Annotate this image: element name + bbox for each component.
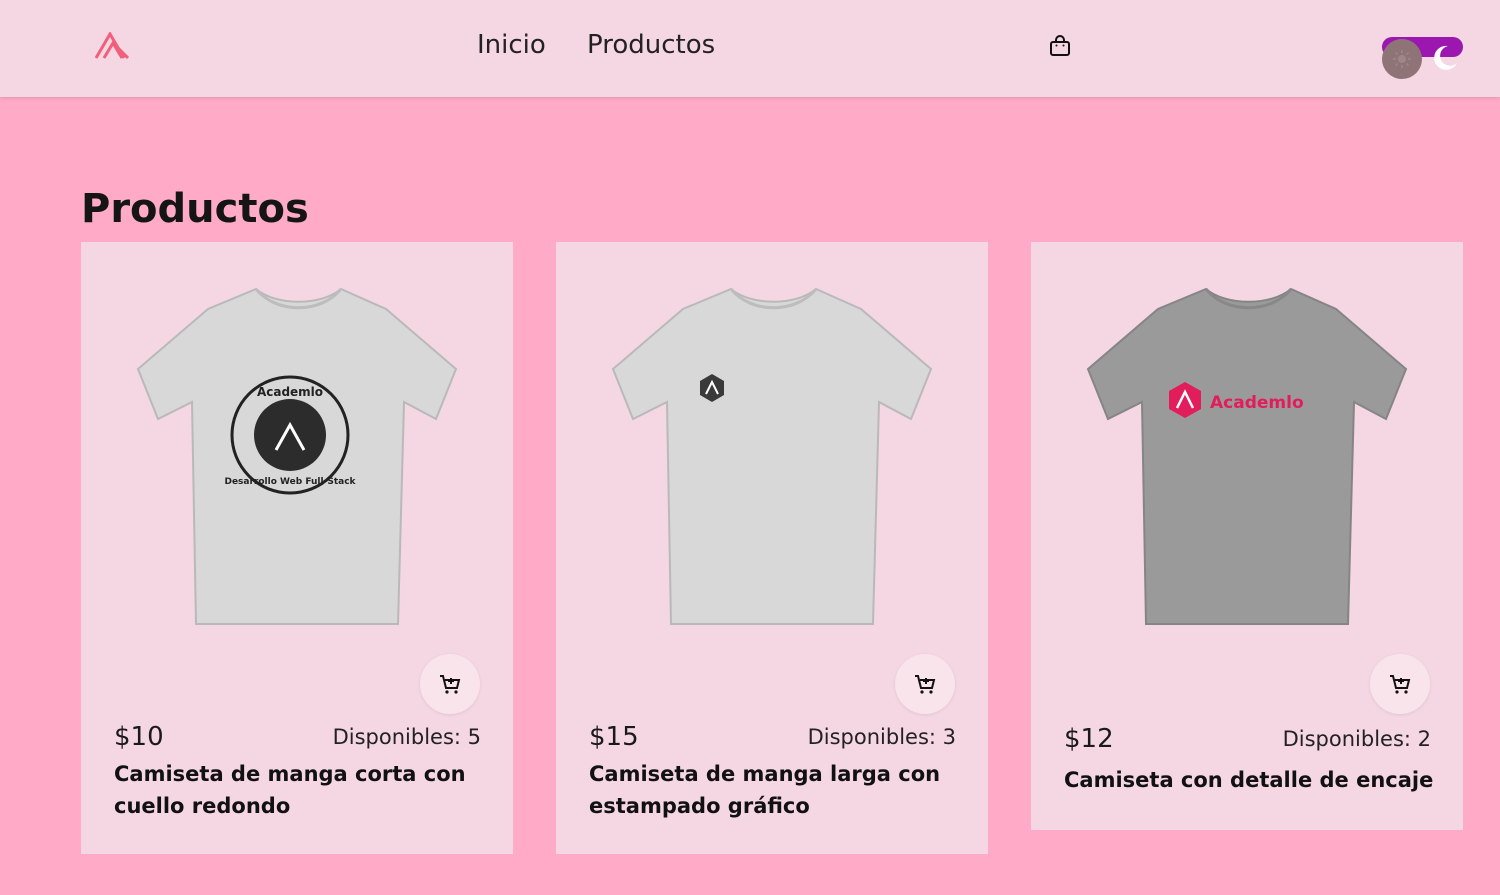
product-name: Camiseta de manga corta con cuello redon… bbox=[114, 762, 466, 818]
top-header: Inicio Productos bbox=[0, 0, 1500, 97]
add-cart-icon bbox=[440, 675, 461, 694]
sun-icon bbox=[1393, 50, 1411, 68]
product-price: $10 bbox=[114, 722, 164, 752]
nav-link-inicio[interactable]: Inicio bbox=[477, 30, 546, 60]
academlo-logo-icon[interactable] bbox=[94, 32, 132, 60]
nav-link-productos[interactable]: Productos bbox=[587, 30, 715, 60]
product-stock: Disponibles: 5 bbox=[332, 725, 481, 749]
shopping-bag-icon[interactable] bbox=[1048, 34, 1072, 58]
page-title: Productos bbox=[81, 186, 309, 232]
moon-icon bbox=[1434, 45, 1457, 70]
product-stock: Disponibles: 3 bbox=[807, 725, 956, 749]
tshirt-image: Academlo Desarrollo Web Full-Stack bbox=[136, 287, 458, 625]
product-card: $15 Disponibles: 3 Camiseta de manga lar… bbox=[556, 242, 988, 854]
product-price: $15 bbox=[589, 722, 639, 752]
add-to-cart-button[interactable] bbox=[895, 654, 955, 714]
product-name: Camiseta de manga larga con estampado gr… bbox=[589, 762, 941, 818]
product-price: $12 bbox=[1064, 724, 1114, 754]
print-brand: Academlo bbox=[257, 385, 323, 399]
print-brand: Academlo bbox=[1210, 393, 1304, 413]
add-cart-icon bbox=[915, 675, 936, 694]
add-to-cart-button[interactable] bbox=[420, 654, 480, 714]
tshirt-image: Academlo bbox=[1086, 287, 1408, 625]
theme-toggle[interactable] bbox=[1382, 37, 1463, 79]
product-name: Camiseta con detalle de encaje bbox=[1064, 768, 1434, 792]
add-cart-icon bbox=[1390, 675, 1411, 694]
toggle-knob[interactable] bbox=[1382, 39, 1422, 79]
tshirt-image bbox=[611, 287, 933, 625]
product-card: Academlo Desarrollo Web Full-Stack $10 D… bbox=[81, 242, 513, 854]
add-to-cart-button[interactable] bbox=[1370, 654, 1430, 714]
print-ring-text: Desarrollo Web Full-Stack bbox=[224, 477, 356, 487]
product-stock: Disponibles: 2 bbox=[1282, 727, 1431, 751]
product-card: Academlo $12 Disponibles: 2 Camiseta con… bbox=[1031, 242, 1463, 830]
